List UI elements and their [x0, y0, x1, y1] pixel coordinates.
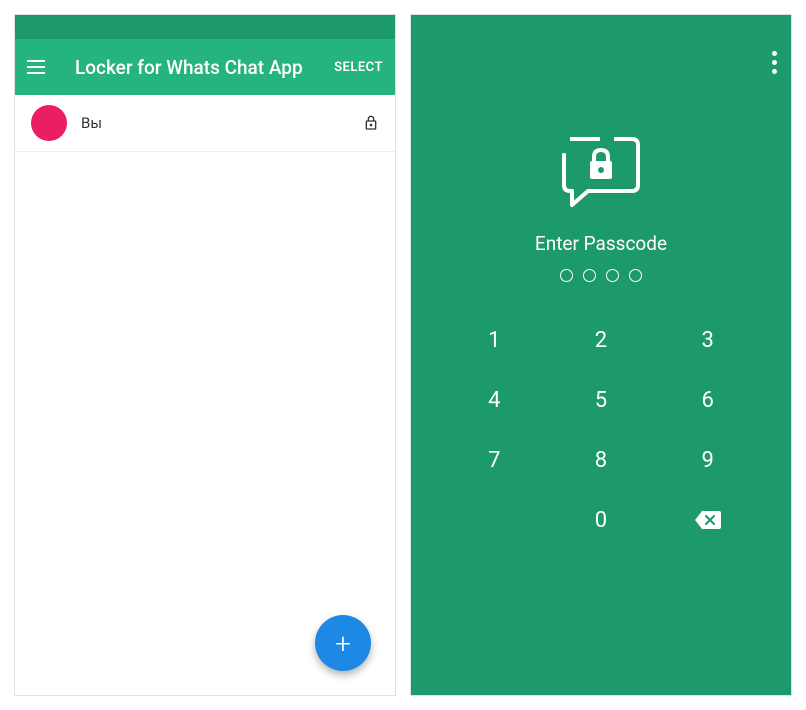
key-8[interactable]: 8 [548, 430, 655, 490]
select-button[interactable]: SELECT [334, 60, 383, 75]
key-3[interactable]: 3 [654, 310, 761, 370]
avatar [31, 105, 67, 141]
chat-list: Вы [15, 95, 395, 695]
plus-icon: + [335, 627, 351, 660]
toolbar: Locker for Whats Chat App SELECT [15, 39, 395, 95]
passcode-dot [606, 269, 619, 282]
passcode-prompt: Enter Passcode [411, 232, 791, 255]
status-bar [15, 15, 395, 39]
key-5[interactable]: 5 [548, 370, 655, 430]
key-6[interactable]: 6 [654, 370, 761, 430]
chat-list-screen: Locker for Whats Chat App SELECT Вы + [14, 14, 396, 696]
key-empty [441, 490, 548, 550]
passcode-dot [583, 269, 596, 282]
add-button[interactable]: + [315, 615, 371, 671]
app-title: Locker for Whats Chat App [75, 56, 334, 79]
list-item[interactable]: Вы [15, 95, 395, 152]
app-logo-icon [558, 135, 644, 210]
passcode-dot [560, 269, 573, 282]
key-1[interactable]: 1 [441, 310, 548, 370]
passcode-dots [411, 269, 791, 282]
key-4[interactable]: 4 [441, 370, 548, 430]
keypad: 1 2 3 4 5 6 7 8 9 0 [411, 310, 791, 550]
passcode-screen: Enter Passcode 1 2 3 4 5 6 7 8 9 0 [410, 14, 792, 696]
key-9[interactable]: 9 [654, 430, 761, 490]
key-7[interactable]: 7 [441, 430, 548, 490]
passcode-dot [629, 269, 642, 282]
menu-icon[interactable] [27, 55, 51, 79]
backspace-button[interactable] [654, 490, 761, 550]
chat-name: Вы [81, 114, 363, 132]
key-0[interactable]: 0 [548, 490, 655, 550]
more-icon[interactable] [772, 51, 777, 74]
backspace-icon [695, 511, 721, 529]
lock-icon [363, 113, 379, 133]
key-2[interactable]: 2 [548, 310, 655, 370]
